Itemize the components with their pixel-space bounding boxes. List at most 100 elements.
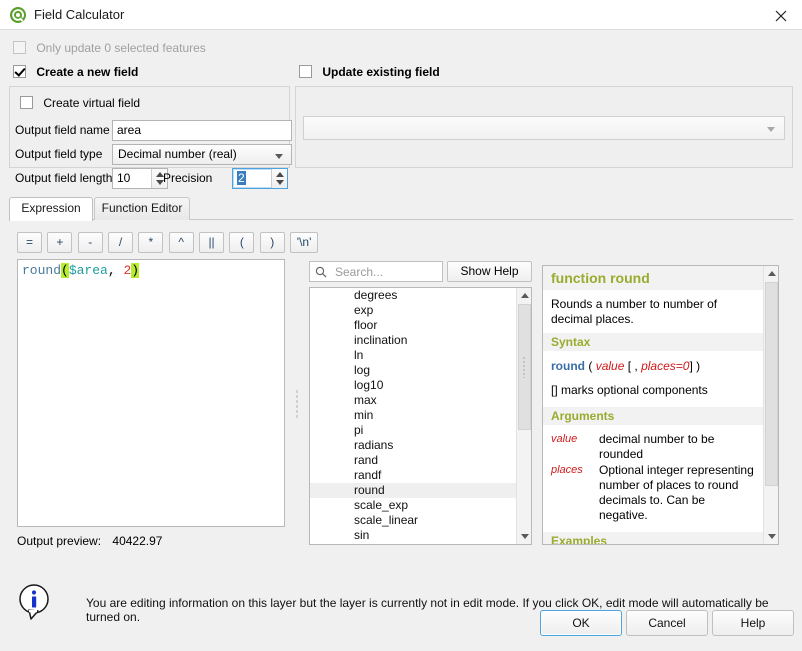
- output-field-type-select[interactable]: Decimal number (real): [112, 144, 292, 165]
- update-existing-field-label: Update existing field: [322, 65, 440, 79]
- list-item[interactable]: ln: [310, 348, 531, 363]
- checkbox-box: [20, 96, 33, 109]
- list-item[interactable]: scale_exp: [310, 498, 531, 513]
- close-icon[interactable]: [760, 0, 802, 30]
- cancel-button[interactable]: Cancel: [626, 610, 708, 636]
- pane-splitter-handle[interactable]: [292, 259, 302, 527]
- help-argument-description: Optional integer representing number of …: [599, 463, 754, 522]
- precision-value: 2: [237, 171, 246, 185]
- update-existing-field-checkbox[interactable]: Update existing field: [299, 65, 440, 79]
- tab-active-mask: [10, 219, 92, 221]
- precision-stepper[interactable]: 2: [232, 168, 288, 189]
- create-new-field-checkbox[interactable]: Create a new field: [13, 65, 138, 79]
- help-examples-heading: Examples: [543, 532, 765, 544]
- help-argument-description: decimal number to be rounded: [599, 432, 715, 461]
- help-arguments: value decimal number to be rounded place…: [543, 425, 765, 530]
- operator-button-minus[interactable]: -: [77, 232, 103, 253]
- help-syntax-optional-close: ]: [689, 359, 693, 373]
- chevron-down-icon: [767, 127, 775, 132]
- checkbox-box: [299, 65, 312, 78]
- stepper-down-icon[interactable]: [276, 180, 284, 185]
- operator-button-multiply[interactable]: *: [138, 232, 164, 253]
- list-item[interactable]: log: [310, 363, 531, 378]
- expr-token-close-paren: ): [131, 263, 140, 278]
- scroll-down-icon[interactable]: [764, 529, 778, 544]
- function-list[interactable]: degrees exp floor inclination ln log log…: [309, 287, 532, 545]
- operator-button-concat[interactable]: ||: [199, 232, 225, 253]
- search-input[interactable]: Search...: [309, 261, 443, 282]
- list-item[interactable]: min: [310, 408, 531, 423]
- expression-editor[interactable]: round($area, 2): [17, 259, 285, 527]
- dialog-body: Only update 0 selected features Create a…: [0, 30, 802, 651]
- operator-button-divide[interactable]: /: [108, 232, 134, 253]
- output-field-length-stepper[interactable]: 10: [112, 168, 168, 189]
- function-list-scrollbar[interactable]: [516, 288, 531, 544]
- list-item[interactable]: log10: [310, 378, 531, 393]
- operator-button-power[interactable]: ^: [168, 232, 194, 253]
- list-item[interactable]: randf: [310, 468, 531, 483]
- help-syntax: round ( value [ , places=0] ): [543, 351, 765, 377]
- expr-token-open-paren: (: [61, 263, 69, 278]
- stepper-up-icon[interactable]: [276, 172, 284, 177]
- scrollbar-thumb[interactable]: [765, 282, 778, 486]
- help-argument-name: value: [551, 433, 578, 445]
- help-syntax-arg2: places=0: [641, 359, 690, 373]
- tab-expression[interactable]: Expression: [9, 197, 93, 221]
- output-field-length-label: Output field length: [15, 171, 113, 185]
- precision-label: Precision: [163, 171, 213, 185]
- list-item[interactable]: max: [310, 393, 531, 408]
- help-argument-name: places: [551, 464, 583, 476]
- show-help-button[interactable]: Show Help: [447, 261, 532, 282]
- output-preview-value: 40422.97: [112, 534, 163, 548]
- output-field-name-input[interactable]: area: [112, 120, 292, 141]
- create-virtual-field-checkbox[interactable]: Create virtual field: [20, 96, 140, 110]
- output-field-type-value: Decimal number (real): [118, 147, 237, 161]
- list-item[interactable]: degrees: [310, 288, 531, 303]
- create-new-field-label: Create a new field: [36, 65, 139, 79]
- help-argument-row: places Optional integer representing num…: [551, 463, 757, 523]
- output-field-length-value: 10: [117, 171, 131, 185]
- new-field-group: Create virtual field Output field name a…: [9, 86, 292, 189]
- operator-button-open-paren[interactable]: (: [229, 232, 255, 253]
- list-item[interactable]: radians: [310, 438, 531, 453]
- expr-token-variable: $area: [68, 263, 108, 278]
- list-item[interactable]: pi: [310, 423, 531, 438]
- ok-button[interactable]: OK: [540, 610, 622, 636]
- output-field-name-label: Output field name: [15, 123, 110, 137]
- list-item[interactable]: scale_linear: [310, 513, 531, 528]
- scroll-up-icon[interactable]: [764, 266, 778, 281]
- help-syntax-open: (: [588, 359, 593, 373]
- operator-button-close-paren[interactable]: ): [259, 232, 285, 253]
- list-item[interactable]: exp: [310, 303, 531, 318]
- help-button[interactable]: Help: [712, 610, 794, 636]
- existing-field-select: [303, 116, 785, 140]
- help-scrollbar[interactable]: [763, 266, 778, 544]
- help-optional-note: [] marks optional components: [551, 383, 708, 397]
- window-title: Field Calculator: [34, 7, 125, 22]
- stepper-buttons[interactable]: [271, 169, 287, 188]
- list-item[interactable]: rand: [310, 453, 531, 468]
- operator-button-bar: = + - / * ^ || ( ) '\n': [17, 232, 320, 253]
- help-syntax-optional-open: [: [627, 359, 632, 373]
- scroll-down-icon[interactable]: [517, 529, 531, 544]
- list-item-selected[interactable]: round: [310, 483, 531, 498]
- only-update-selected-label: Only update 0 selected features: [36, 41, 206, 55]
- list-item[interactable]: floor: [310, 318, 531, 333]
- help-syntax-name: round: [551, 359, 585, 373]
- chevron-down-icon: [275, 154, 283, 159]
- scrollbar-grip-icon: [523, 356, 525, 378]
- operator-button-equals[interactable]: =: [17, 232, 42, 253]
- qgis-logo-icon: [9, 6, 27, 24]
- function-list-items: degrees exp floor inclination ln log log…: [310, 288, 531, 543]
- tab-strip: Expression Function Editor: [9, 197, 793, 221]
- scroll-up-icon[interactable]: [517, 288, 531, 303]
- expr-token-comma: ,: [107, 263, 116, 278]
- checkbox-box: [13, 65, 26, 78]
- list-item[interactable]: inclination: [310, 333, 531, 348]
- tab-function-editor[interactable]: Function Editor: [94, 197, 190, 220]
- operator-button-newline[interactable]: '\n': [290, 232, 319, 253]
- info-icon: [17, 582, 53, 622]
- operator-button-plus[interactable]: +: [47, 232, 73, 253]
- output-preview-label: Output preview:: [17, 534, 102, 548]
- list-item[interactable]: sin: [310, 528, 531, 543]
